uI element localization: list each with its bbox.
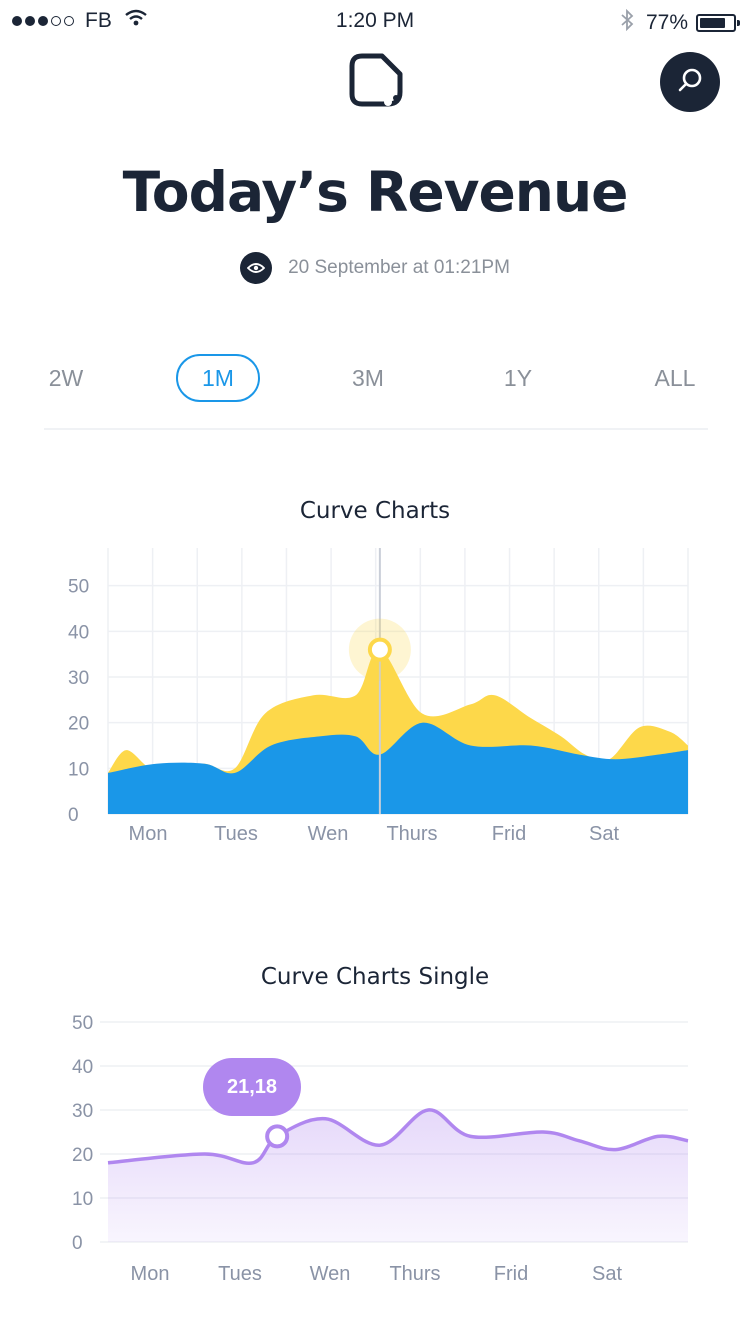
highlight-point[interactable] (367, 637, 392, 662)
page-title: Today’s Revenue (122, 160, 629, 224)
x-tick-label: Sat (592, 1263, 622, 1285)
y-tick-label: 20 (68, 714, 89, 735)
tab-1y[interactable]: 1Y (478, 354, 558, 402)
battery-percent: 77% (645, 11, 688, 34)
y-tick-label: 30 (72, 1101, 93, 1122)
x-tick-label: Mon (129, 823, 168, 845)
search-icon (676, 66, 704, 98)
x-tick-label: Frid (494, 1263, 528, 1285)
tab-3m[interactable]: 3M (328, 354, 408, 402)
battery-nub (737, 20, 740, 26)
curve-chart: 0 10 20 30 40 50 Mon Tues Wen Thurs Frid Sat (68, 548, 689, 845)
status-bar: FB 1:20 PM 77% (0, 0, 750, 40)
y-tick-label: 0 (72, 1233, 83, 1254)
x-tick-label: Tues (214, 823, 258, 845)
tab-all[interactable]: ALL (632, 354, 718, 402)
y-tick-label: 50 (68, 577, 89, 598)
tab-2w[interactable]: 2W (26, 354, 106, 402)
y-tick-label: 0 (68, 805, 79, 826)
x-tick-label: Sat (589, 823, 619, 845)
value-tooltip: 21,18 (203, 1058, 301, 1116)
bluetooth-icon (620, 8, 634, 37)
chart-title: Curve Charts (299, 498, 451, 524)
timestamp-row: 20 September at 01:21PM (0, 252, 750, 284)
x-tick-label: Frid (492, 823, 526, 845)
battery-fill (700, 18, 725, 28)
timestamp: 20 September at 01:21PM (288, 257, 510, 278)
y-tick-label: 20 (72, 1145, 93, 1166)
y-tick-label: 50 (72, 1013, 93, 1034)
tab-1m[interactable]: 1M (176, 354, 260, 402)
tabs-divider (44, 428, 708, 430)
eye-icon (240, 252, 273, 284)
battery-icon (696, 14, 740, 32)
x-tick-label: Wen (308, 823, 349, 845)
chart-title-single: Curve Charts Single (260, 964, 490, 990)
x-tick-label: Wen (310, 1263, 351, 1285)
y-tick-label: 10 (72, 1189, 93, 1210)
note-icon (348, 52, 404, 112)
x-tick-label: Mon (131, 1263, 170, 1285)
x-tick-label: Tues (218, 1263, 262, 1285)
y-tick-label: 10 (68, 759, 89, 780)
search-button[interactable] (660, 52, 720, 112)
series-area (108, 1109, 688, 1242)
y-tick-label: 40 (68, 622, 89, 643)
x-tick-label: Thurs (386, 823, 437, 845)
y-tick-label: 30 (68, 668, 89, 689)
y-tick-label: 40 (72, 1057, 93, 1078)
highlight-point[interactable] (265, 1124, 290, 1149)
curve-chart-single: 0 10 20 30 40 50 Mon Tues Wen Thurs Frid Sat (72, 1013, 689, 1285)
status-right: 77% (620, 8, 740, 37)
x-tick-label: Thurs (389, 1263, 440, 1285)
